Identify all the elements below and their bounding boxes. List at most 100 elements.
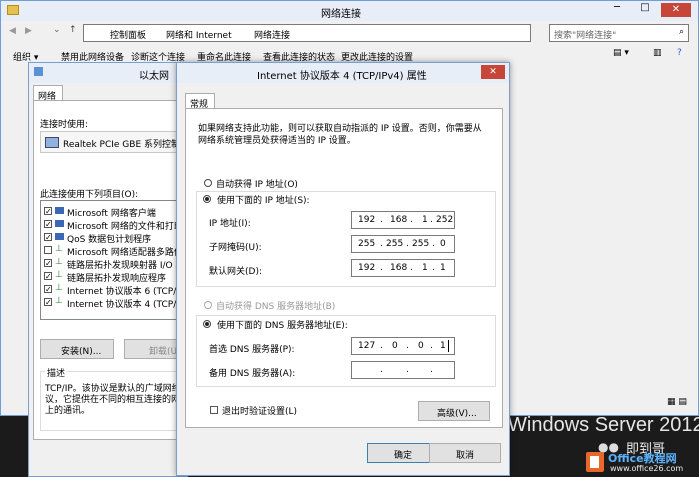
item-checkbox[interactable]: ✓: [44, 207, 52, 216]
client-icon: [55, 207, 64, 214]
list-item[interactable]: ✓ QoS 数据包计划程序: [41, 231, 186, 245]
item-checkbox[interactable]: ✓: [44, 298, 52, 307]
dns1-octet-4[interactable]: 1: [440, 341, 446, 351]
dns1-octet-3[interactable]: 0: [418, 341, 424, 351]
dns1-octet-2[interactable]: 0: [392, 341, 398, 351]
up-icon[interactable]: ↑: [69, 25, 77, 35]
advanced-label: 高级(V)...: [437, 409, 477, 419]
gw-octet-1[interactable]: 192: [358, 263, 375, 273]
office-logo-inner: [590, 456, 599, 468]
toolbar-settings[interactable]: 更改此连接的设置: [341, 50, 413, 62]
search-icon[interactable]: ⌕: [679, 27, 684, 37]
gw-octet-4[interactable]: 1: [440, 263, 446, 273]
gw-octet-3[interactable]: 1: [422, 263, 428, 273]
mask-octet-2[interactable]: 255: [386, 239, 403, 249]
tab-network[interactable]: 网络: [33, 85, 63, 102]
tab-general[interactable]: 常规: [185, 93, 215, 110]
ipv4-close-button[interactable]: ✕: [481, 65, 505, 79]
install-button[interactable]: 安装(N)...: [40, 339, 114, 359]
toolbar: 组织 ▾ 禁用此网络设备 诊断这个连接 重命名此连接 查看此连接的状态 更改此连…: [1, 48, 698, 62]
ip-octet-2[interactable]: 168: [390, 215, 407, 225]
auto-ip-label[interactable]: 自动获得 IP 地址(O): [216, 177, 298, 190]
dns2-dot: .: [406, 365, 409, 375]
protocol-icon: ⊥: [55, 283, 63, 293]
sharing-icon: [55, 220, 64, 227]
subnet-mask-field[interactable]: 255 . 255 . 255 . 0: [351, 235, 455, 253]
gw-dot: .: [432, 263, 435, 273]
mask-dot: .: [406, 239, 409, 249]
network-icon: [34, 67, 43, 76]
minimize-button[interactable]: ─: [605, 1, 629, 15]
adapter-name: Realtek PCIe GBE 系列控制器: [63, 140, 187, 150]
toolbar-status[interactable]: 查看此连接的状态: [263, 50, 335, 62]
breadcrumb-1[interactable]: 网络和 Internet: [166, 28, 232, 41]
toolbar-organize[interactable]: 组织 ▾: [13, 50, 38, 62]
view-toggle-icon[interactable]: ▦ ▤: [667, 397, 687, 407]
validate-checkbox[interactable]: [210, 406, 218, 414]
cancel-button[interactable]: 取消: [429, 443, 501, 463]
pane-icon[interactable]: ▥: [653, 48, 662, 58]
connect-using-label: 连接时使用:: [40, 120, 89, 130]
list-item[interactable]: ✓ ⊥ 链路层拓扑发现响应程序: [41, 270, 186, 284]
alternate-dns-field[interactable]: . . .: [351, 361, 455, 379]
item-checkbox[interactable]: ✓: [44, 285, 52, 294]
ethernet-dialog: 以太网 网络 连接时使用: Realtek PCIe GBE 系列控制器 此连接…: [28, 62, 188, 477]
list-item[interactable]: ✓ Microsoft 网络客户端: [41, 205, 186, 219]
list-item[interactable]: ✓Microsoft 网络的文件和打印机共享: [41, 218, 186, 232]
item-checkbox[interactable]: ✓: [44, 220, 52, 229]
maximize-button[interactable]: □: [633, 1, 657, 15]
validate-label[interactable]: 退出时验证设置(L): [222, 404, 297, 417]
back-icon[interactable]: ◀: [9, 26, 16, 36]
ip-octet-1[interactable]: 192: [358, 215, 375, 225]
ip-dot: .: [380, 215, 383, 225]
address-bar[interactable]: 控制面板 网络和 Internet 网络连接: [83, 24, 531, 42]
help-icon[interactable]: ?: [677, 48, 682, 58]
manual-dns-label[interactable]: 使用下面的 DNS 服务器地址(E):: [215, 318, 350, 331]
dns1-octet-1[interactable]: 127: [358, 341, 375, 351]
toolbar-rename[interactable]: 重命名此连接: [197, 50, 251, 62]
item-checkbox[interactable]: [44, 246, 52, 254]
breadcrumb-0[interactable]: 控制面板: [110, 28, 146, 41]
advanced-button[interactable]: 高级(V)...: [418, 401, 490, 421]
ip-octet-3[interactable]: 1: [422, 215, 428, 225]
list-item[interactable]: ✓⊥链路层拓扑发现映射器 I/O 驱动程序: [41, 257, 186, 271]
manual-ip-radio[interactable]: [203, 195, 211, 203]
adapter-box: Realtek PCIe GBE 系列控制器: [40, 131, 187, 153]
forward-icon[interactable]: ▶: [25, 26, 32, 36]
gw-octet-2[interactable]: 168: [390, 263, 407, 273]
manual-dns-radio[interactable]: [203, 320, 211, 328]
manual-ip-label[interactable]: 使用下面的 IP 地址(S):: [215, 193, 312, 206]
items-list[interactable]: ✓Microsoft 网络客户端 ✓Microsoft 网络的文件和打印机共享 …: [40, 200, 186, 320]
mask-octet-4[interactable]: 0: [440, 239, 446, 249]
auto-dns-radio[interactable]: [204, 301, 212, 309]
item-checkbox[interactable]: ✓: [44, 272, 52, 281]
item-checkbox[interactable]: ✓: [44, 259, 52, 268]
gateway-field[interactable]: 192 . 168 . 1 . 1: [351, 259, 455, 277]
item-checkbox[interactable]: ✓: [44, 233, 52, 242]
search-input[interactable]: 搜索"网络连接" ⌕: [549, 24, 689, 42]
mask-octet-1[interactable]: 255: [358, 239, 375, 249]
breadcrumb-2[interactable]: 网络连接: [254, 28, 290, 41]
view-options-icon[interactable]: ▤ ▾: [613, 48, 629, 58]
ip-dot: .: [410, 215, 413, 225]
auto-dns-label[interactable]: 自动获得 DNS 服务器地址(B): [216, 299, 335, 312]
ip-address-field[interactable]: 192 . 168 . 1 . 252: [351, 211, 455, 229]
ip-octet-4[interactable]: 252: [436, 215, 453, 225]
alternate-dns-label: 备用 DNS 服务器(A):: [209, 369, 296, 379]
list-item[interactable]: ✓ ⊥ Internet 协议版本 4 (TCP/IPv4): [41, 296, 186, 310]
mask-dot: .: [432, 239, 435, 249]
preferred-dns-field[interactable]: 127 . 0 . 0 . 1: [351, 337, 455, 355]
auto-ip-radio[interactable]: [204, 179, 212, 187]
recent-icon[interactable]: ⌄: [53, 25, 61, 35]
windows-server-text: Windows Server 2012: [508, 414, 699, 436]
dns2-dot: .: [430, 365, 433, 375]
toolbar-disable[interactable]: 禁用此网络设备: [61, 50, 124, 62]
ip-group: 使用下面的 IP 地址(S): IP 地址(I): 192 . 168 . 1 …: [196, 191, 496, 287]
mask-octet-3[interactable]: 255: [412, 239, 429, 249]
gw-dot: .: [380, 263, 383, 273]
ipv4-intro: 如果网络支持此功能，则可以获取自动指派的 IP 设置。否则，你需要从网络系统管理…: [198, 124, 482, 146]
toolbar-diagnose[interactable]: 诊断这个连接: [131, 50, 185, 62]
list-item[interactable]: ✓ ⊥ Internet 协议版本 6 (TCP/IPv6): [41, 283, 186, 297]
close-button[interactable]: ✕: [661, 3, 691, 17]
list-item[interactable]: ⊥Microsoft 网络适配器多路传送器协议: [41, 244, 186, 258]
